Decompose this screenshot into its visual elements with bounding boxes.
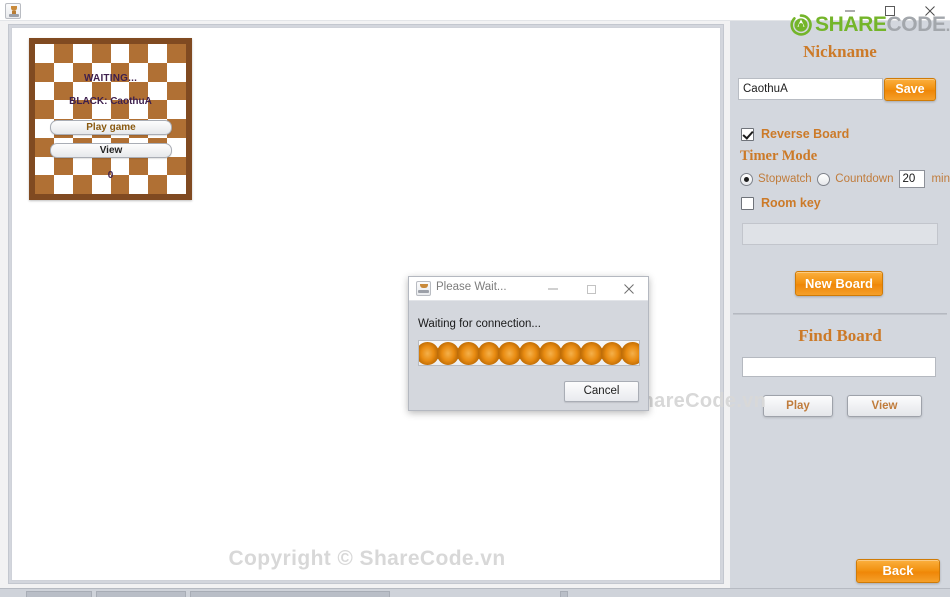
progress-bubble — [600, 342, 624, 365]
board-player-text: BLACK: CaothuA — [69, 96, 152, 107]
dialog-titlebar: Please Wait... — [409, 277, 648, 301]
progress-bubble — [539, 342, 562, 365]
find-board-heading: Find Board — [798, 326, 882, 345]
sharecode-logo: SHARECODE.vn — [790, 10, 950, 40]
please-wait-dialog: Please Wait... Waiting for connection...… — [408, 276, 649, 411]
taskbar-item[interactable] — [560, 591, 568, 597]
sharecode-logo-icon — [790, 14, 812, 36]
dialog-minimize-icon[interactable] — [534, 277, 572, 301]
taskbar-item[interactable] — [26, 591, 92, 597]
dialog-maximize-icon[interactable] — [572, 277, 610, 301]
progress-bubble — [457, 342, 480, 365]
board-spectator-count: 0 — [107, 170, 114, 181]
progress-bubble — [621, 342, 639, 365]
nickname-heading: Nickname — [803, 42, 877, 61]
find-board-view-button[interactable]: View — [847, 395, 922, 417]
back-button[interactable]: Back — [856, 559, 940, 583]
timer-mode-label: Timer Mode — [740, 148, 818, 164]
dialog-title: Please Wait... — [436, 281, 507, 293]
room-key-row[interactable]: Room key — [741, 196, 821, 210]
minutes-unit-label: min — [931, 173, 950, 185]
save-nickname-button[interactable]: Save — [884, 78, 936, 101]
find-board-play-button[interactable]: Play — [763, 395, 833, 417]
logo-text-vn: .vn — [945, 16, 950, 35]
countdown-minutes-input[interactable] — [899, 170, 926, 188]
board-view-button[interactable]: View — [50, 143, 172, 158]
progress-bubble — [518, 342, 542, 365]
progress-bubble — [498, 342, 521, 365]
progress-bubble — [580, 342, 603, 365]
room-key-label: Room key — [761, 196, 821, 210]
dialog-app-icon — [416, 281, 431, 296]
stopwatch-label: Stopwatch — [758, 173, 812, 185]
progress-bubble — [477, 342, 501, 365]
dialog-cancel-button[interactable]: Cancel — [564, 381, 639, 402]
find-board-input[interactable] — [742, 357, 936, 377]
board-status-text: WAITING... — [83, 73, 138, 84]
application-window: WAITING... BLACK: CaothuA Play game View… — [0, 0, 950, 597]
timer-mode-options: Stopwatch Countdown min — [740, 170, 950, 188]
reverse-board-label: Reverse Board — [761, 127, 850, 141]
settings-sidebar — [730, 21, 950, 597]
progress-bubble — [419, 342, 439, 365]
logo-text-code: CODE — [886, 13, 946, 36]
reverse-board-checkbox[interactable] — [741, 127, 754, 141]
board-card[interactable]: WAITING... BLACK: CaothuA Play game View… — [29, 38, 192, 200]
countdown-radio[interactable] — [817, 172, 831, 186]
dialog-close-icon[interactable] — [610, 277, 648, 301]
logo-wordmark: SHARECODE.vn — [815, 13, 950, 37]
os-taskbar — [0, 588, 950, 597]
chess-app-icon — [5, 3, 21, 19]
new-board-button[interactable]: New Board — [795, 271, 883, 296]
connection-progress-bar — [418, 340, 640, 366]
copyright-watermark: Copyright © ShareCode.vn — [228, 547, 506, 570]
room-key-input[interactable] — [742, 223, 938, 245]
room-key-checkbox[interactable] — [741, 196, 754, 210]
taskbar-item[interactable] — [96, 591, 186, 597]
sidebar-divider — [733, 313, 947, 315]
countdown-label: Countdown — [835, 173, 894, 185]
progress-bubble — [436, 342, 460, 365]
logo-text-share: SHARE — [815, 13, 887, 36]
stopwatch-radio[interactable] — [740, 172, 753, 186]
progress-bubble — [559, 342, 583, 365]
nickname-input[interactable] — [738, 78, 883, 100]
reverse-board-row[interactable]: Reverse Board — [741, 127, 849, 141]
taskbar-item[interactable] — [190, 591, 390, 597]
board-play-game-button[interactable]: Play game — [50, 120, 172, 135]
dialog-message: Waiting for connection... — [418, 318, 541, 330]
board-card-overlay: WAITING... BLACK: CaothuA Play game View… — [35, 44, 186, 194]
